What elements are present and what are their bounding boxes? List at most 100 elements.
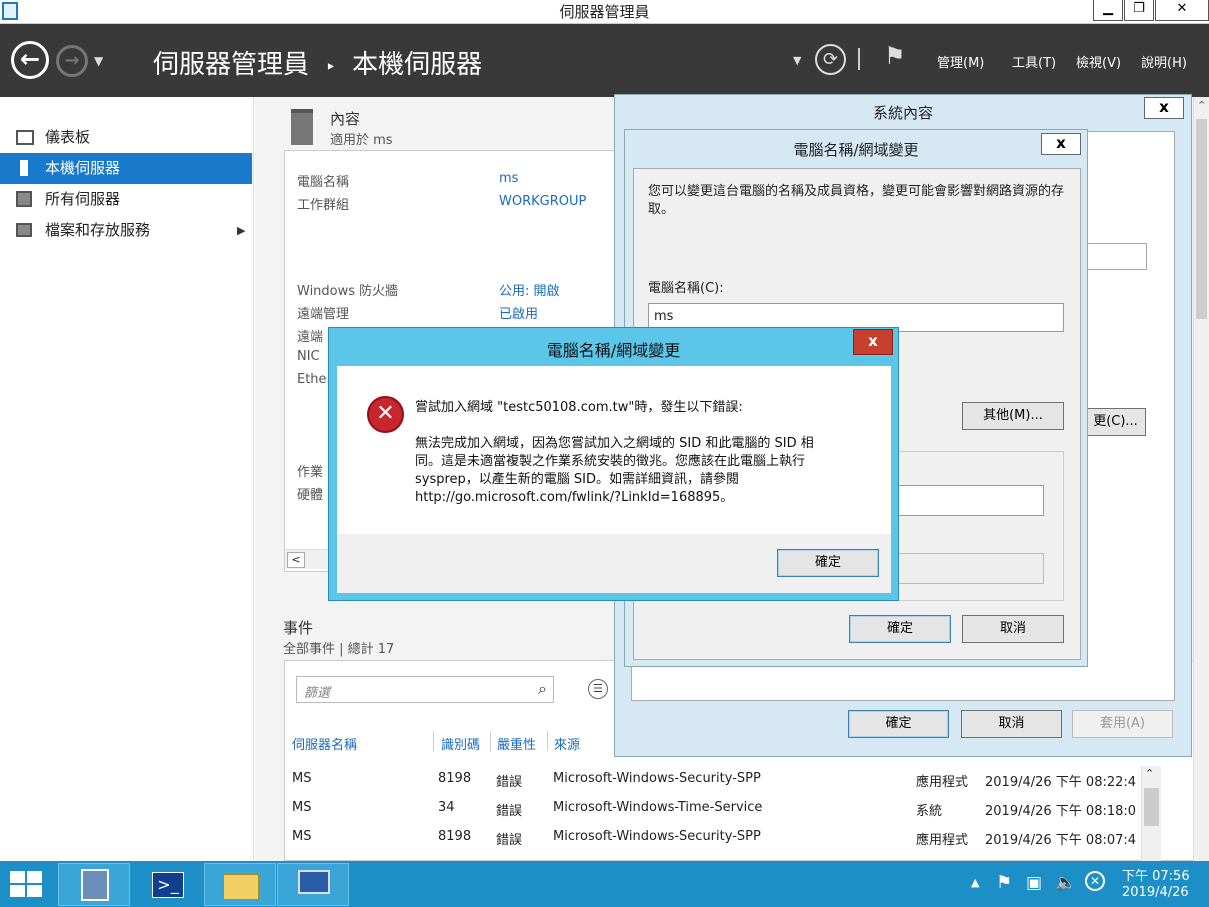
network-icon[interactable]: ▣ — [1026, 873, 1042, 893]
error-message-line: 無法完成加入網域，因為您嘗試加入之網域的 SID 和此電腦的 SID 相 — [415, 436, 814, 451]
cell-time: 2019/4/26 下午 08:07:4 — [985, 833, 1137, 848]
minimize-button[interactable]: ▁ — [1093, 0, 1123, 21]
error-message-line: http://go.microsoft.com/fwlink/?LinkId=1… — [415, 490, 734, 505]
status-x-icon[interactable]: ✕ — [1085, 871, 1105, 891]
volume-icon[interactable]: 🔈 — [1055, 873, 1076, 893]
system-properties-ok-button[interactable]: 確定 — [848, 710, 949, 738]
column-divider — [433, 731, 434, 751]
system-properties-cancel-button[interactable]: 取消 — [961, 710, 1062, 738]
title-bar: 伺服器管理員 ▁ ❐ ✕ — [0, 0, 1209, 24]
cell-server: MS — [292, 771, 312, 786]
cell-severity: 錯誤 — [496, 804, 523, 819]
expand-arrow-icon[interactable]: ▶ — [237, 215, 245, 246]
rename-cancel-button[interactable]: 取消 — [962, 615, 1064, 643]
scroll-up-icon[interactable]: ⌃ — [1197, 99, 1206, 112]
show-hidden-icons[interactable]: ▲ — [971, 876, 979, 889]
column-header-source[interactable]: 來源 — [554, 734, 580, 753]
close-button[interactable]: ✕ — [1155, 0, 1209, 21]
server-icon — [20, 160, 28, 176]
prop-value-computer-name[interactable]: ms — [499, 171, 518, 186]
cell-source: Microsoft-Windows-Security-SPP — [553, 829, 761, 844]
system-properties-apply-button[interactable]: 套用(A) — [1072, 710, 1173, 738]
clock-time[interactable]: 下午 07:56 — [1122, 865, 1190, 884]
column-divider — [547, 731, 548, 751]
history-dropdown-icon[interactable]: ▼ — [94, 54, 103, 68]
sidebar-item-label: 檔案和存放服務 — [45, 221, 151, 239]
events-subtitle: 全部事件 | 總計 17 — [283, 642, 395, 657]
dashboard-icon — [16, 130, 34, 145]
column-header-server[interactable]: 伺服器名稱 — [292, 734, 357, 753]
back-button[interactable]: ← — [11, 41, 49, 79]
taskbar-server-manager[interactable] — [58, 863, 130, 906]
start-button[interactable] — [10, 871, 42, 897]
column-header-severity[interactable]: 嚴重性 — [497, 734, 536, 753]
servers-icon — [16, 191, 32, 207]
table-row[interactable]: MS 8198 錯誤 Microsoft-Windows-Security-SP… — [292, 829, 1152, 851]
cell-server: MS — [292, 800, 312, 815]
filter-input[interactable]: 篩選 ⌕ — [296, 676, 554, 703]
cell-id: 8198 — [438, 829, 472, 844]
sidebar-item-all-servers[interactable]: 所有伺服器 — [0, 184, 252, 215]
refresh-icon[interactable]: ⟳ — [815, 44, 846, 75]
menu-view[interactable]: 檢視(V) — [1076, 52, 1121, 71]
prop-label-remote-desktop: 遠端 — [297, 330, 324, 345]
sidebar-item-file-storage[interactable]: 檔案和存放服務 ▶ — [0, 215, 252, 246]
forward-button[interactable]: → — [56, 45, 88, 77]
filter-placeholder: 篩選 — [304, 686, 331, 701]
sidebar: 儀表板 本機伺服器 所有伺服器 檔案和存放服務 ▶ — [0, 97, 254, 861]
taskbar-powershell[interactable]: >_ — [131, 863, 203, 906]
sidebar-item-label: 所有伺服器 — [45, 190, 121, 208]
prop-label-firewall: Windows 防火牆 — [297, 284, 399, 299]
sidebar-item-local-server[interactable]: 本機伺服器 — [0, 153, 252, 184]
breadcrumb-root[interactable]: 伺服器管理員 — [153, 50, 309, 80]
header-toolbar: ← → ▼ 伺服器管理員 ‣ 本機伺服器 ▼ ⟳ ⚑ 管理(M) 工具(T) 檢… — [0, 24, 1209, 97]
action-center-flag-icon[interactable]: ⚑ — [996, 872, 1012, 893]
table-row[interactable]: MS 34 錯誤 Microsoft-Windows-Time-Service … — [292, 800, 1152, 822]
windows-logo-icon — [10, 871, 42, 897]
rename-ok-button[interactable]: 確定 — [849, 615, 951, 643]
filter-options-icon[interactable]: ☰ — [588, 679, 608, 699]
prop-value-remote-mgmt[interactable]: 已啟用 — [499, 303, 538, 322]
table-row[interactable]: MS 8198 錯誤 Microsoft-Windows-Security-SP… — [292, 771, 1152, 793]
column-header-id[interactable]: 識別碼 — [441, 734, 480, 753]
system-properties-close-button[interactable]: x — [1144, 97, 1184, 119]
toolbar-divider — [858, 48, 860, 70]
cell-id: 8198 — [438, 771, 472, 786]
maximize-button[interactable]: ❐ — [1124, 0, 1154, 21]
more-button[interactable]: 其他(M)... — [962, 402, 1064, 430]
page-scrollbar[interactable]: ⌃ — [1193, 97, 1209, 861]
error-dialog-body: ✕ 嘗試加入網域 "testc50108.com.tw"時，發生以下錯誤: 無法… — [337, 366, 891, 593]
rename-dialog-close-button[interactable]: x — [1041, 133, 1081, 155]
prop-label-nic: NIC — [297, 349, 320, 364]
change-button[interactable]: 更(C)... — [1085, 408, 1146, 436]
menu-tools[interactable]: 工具(T) — [1012, 52, 1056, 71]
server-manager-icon — [81, 869, 109, 901]
menu-manage[interactable]: 管理(M) — [937, 52, 984, 71]
powershell-icon: >_ — [152, 872, 184, 898]
rename-dialog-title: 電腦名稱/網域變更 — [793, 141, 919, 159]
prop-value-workgroup[interactable]: WORKGROUP — [499, 194, 586, 209]
window-title: 伺服器管理員 — [559, 3, 650, 21]
error-ok-button[interactable]: 確定 — [777, 549, 879, 577]
sidebar-item-label: 本機伺服器 — [45, 159, 121, 177]
prop-value-firewall[interactable]: 公用: 開啟 — [499, 280, 560, 299]
folder-icon — [223, 874, 259, 900]
error-dialog: 電腦名稱/網域變更 x ✕ 嘗試加入網域 "testc50108.com.tw"… — [328, 327, 899, 601]
sidebar-item-dashboard[interactable]: 儀表板 — [0, 122, 252, 153]
dropdown-arrow-icon[interactable]: ▼ — [793, 54, 801, 67]
prop-label-os: 作業 — [297, 465, 324, 480]
search-icon[interactable]: ⌕ — [538, 679, 547, 699]
cell-log: 系統 — [916, 804, 943, 819]
notifications-flag-icon[interactable]: ⚑ — [884, 42, 906, 70]
system-properties-title: 系統內容 — [872, 104, 933, 122]
menu-help[interactable]: 說明(H) — [1141, 52, 1187, 71]
column-divider — [490, 731, 491, 751]
cell-source: Microsoft-Windows-Security-SPP — [553, 771, 761, 786]
scroll-left-button[interactable]: < — [287, 552, 305, 568]
error-message-line: sysprep，以產生新的電腦 SID。如需詳細資訊，請參閱 — [415, 472, 740, 487]
taskbar-system[interactable] — [277, 863, 349, 906]
taskbar-file-explorer[interactable] — [204, 863, 276, 906]
clock-date[interactable]: 2019/4/26 — [1122, 885, 1189, 900]
page-scroll-thumb[interactable] — [1196, 119, 1207, 319]
error-dialog-close-button[interactable]: x — [853, 329, 893, 355]
